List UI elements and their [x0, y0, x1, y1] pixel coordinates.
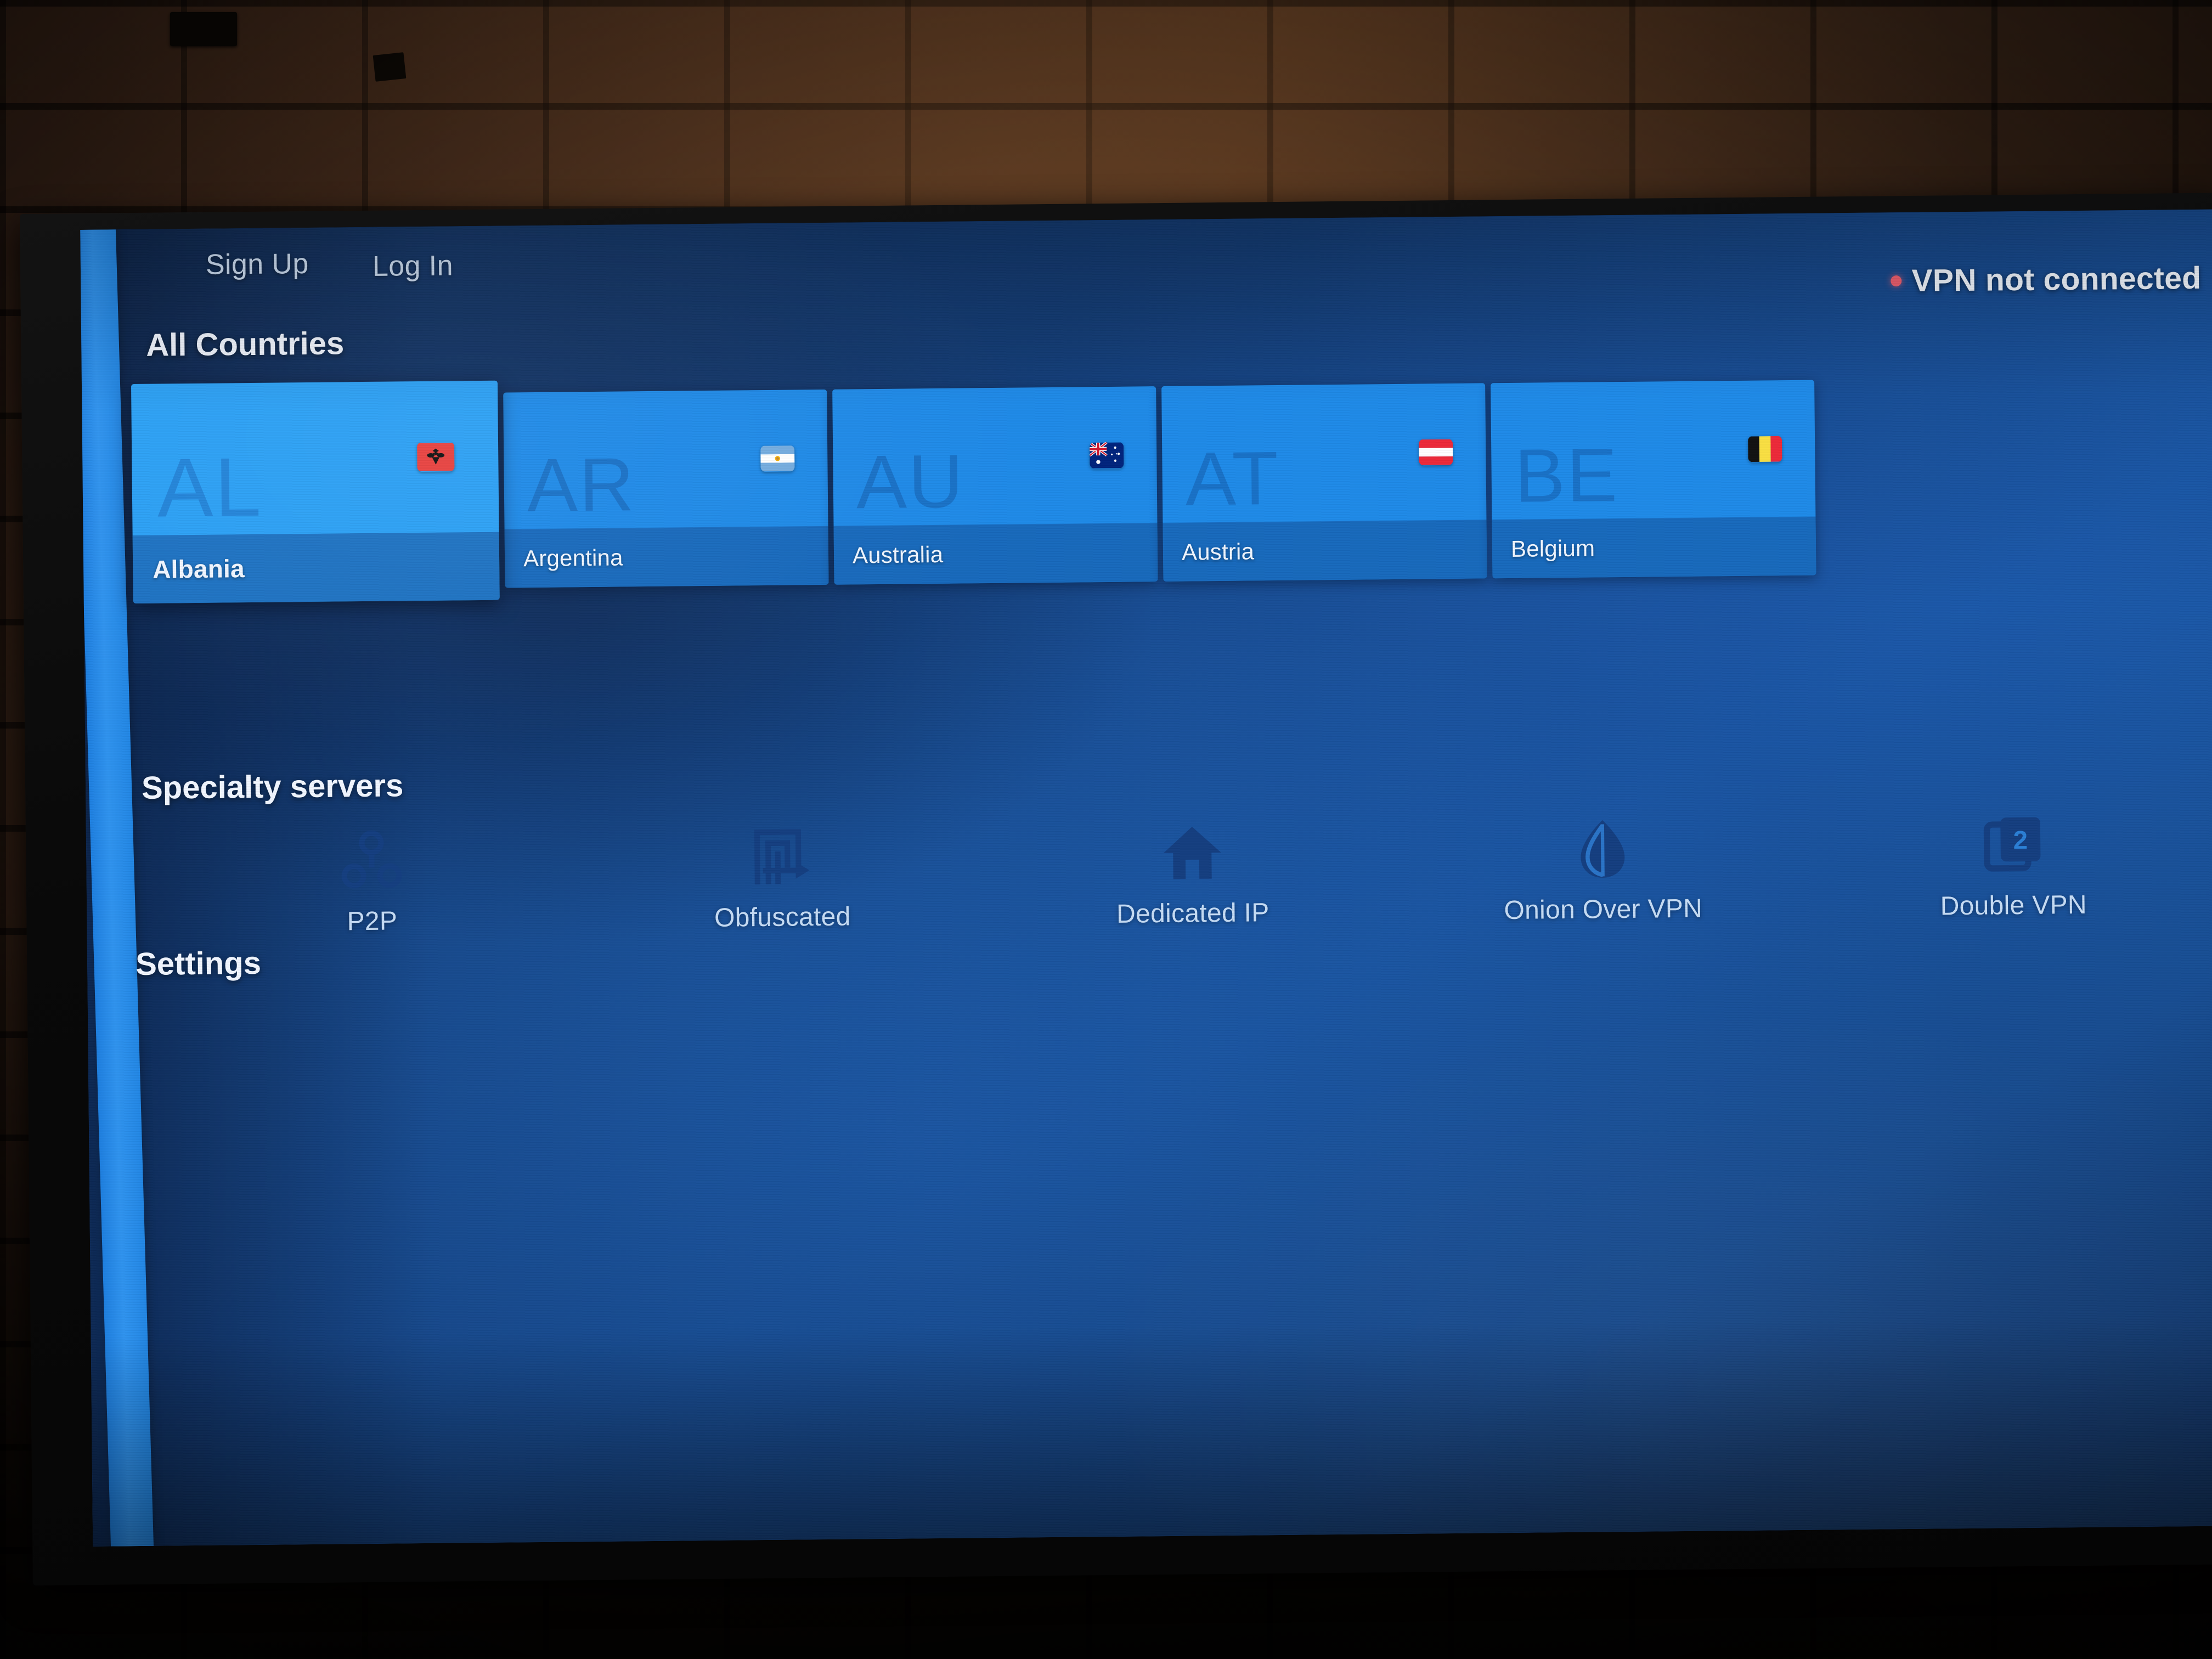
- country-card-argentina[interactable]: AR Argentina: [503, 389, 829, 588]
- photo-scene: Sign Up Log In VPN not connected All Cou…: [0, 0, 2212, 1659]
- specialty-server-obfuscated[interactable]: Obfuscated: [667, 820, 898, 934]
- specialty-server-p2p[interactable]: P2P: [256, 824, 488, 938]
- albania-flag: [417, 442, 455, 472]
- country-card-austria[interactable]: AT Austria: [1161, 383, 1487, 582]
- country-card-bottom: Belgium: [1492, 516, 1816, 579]
- country-card-albania[interactable]: AL Albania: [131, 380, 500, 604]
- specialty-server-label: Onion Over VPN: [1504, 894, 1703, 926]
- country-card-row: AL Albania AR Argentina AU Australia AT Austria…: [82, 364, 2212, 604]
- svg-text:2: 2: [2013, 826, 2028, 855]
- country-card-top: AU: [832, 386, 1157, 526]
- nav-sign-up[interactable]: Sign Up: [206, 247, 309, 281]
- belgium-flag: [1748, 436, 1782, 462]
- argentina-flag: [760, 445, 795, 472]
- australia-flag: [1090, 442, 1124, 469]
- vpn-app-screen: Sign Up Log In VPN not connected All Cou…: [80, 209, 2212, 1547]
- nav-log-in[interactable]: Log In: [373, 249, 454, 283]
- country-name-label: Austria: [1181, 538, 1255, 565]
- settings-heading[interactable]: Settings: [136, 945, 261, 983]
- country-code-label: AL: [156, 440, 263, 535]
- specialty-server-onion-over-vpn[interactable]: Onion Over VPN: [1487, 812, 1719, 926]
- country-code-label: AR: [527, 442, 636, 528]
- television: Sign Up Log In VPN not connected All Cou…: [20, 193, 2212, 1585]
- country-card-belgium[interactable]: BE Belgium: [1491, 380, 1816, 579]
- country-code-label: BE: [1514, 433, 1620, 519]
- austria-flag: [1419, 439, 1453, 466]
- country-name-label: Belgium: [1510, 535, 1595, 562]
- country-card-top: AL: [131, 381, 499, 535]
- country-name-label: Australia: [852, 541, 944, 568]
- country-card-top: AT: [1161, 383, 1486, 523]
- country-card-top: AR: [503, 390, 828, 529]
- wall-cable-clip: [373, 52, 407, 82]
- double-square-two-icon: 2: [1898, 808, 2129, 882]
- vpn-status-label: VPN not connected: [1911, 260, 2202, 298]
- country-code-label: AT: [1185, 436, 1280, 522]
- specialty-server-label: Dedicated IP: [1116, 898, 1269, 929]
- country-card-australia[interactable]: AU Australia: [832, 386, 1158, 585]
- country-card-top: BE: [1491, 380, 1815, 520]
- specialty-server-double-vpn[interactable]: 2 Double VPN: [1898, 808, 2129, 922]
- specialty-server-label: P2P: [347, 906, 398, 936]
- country-code-label: AU: [856, 439, 966, 525]
- specialty-server-label: Obfuscated: [714, 902, 851, 933]
- tv-screen: Sign Up Log In VPN not connected All Cou…: [80, 209, 2212, 1547]
- country-name-label: Albania: [152, 554, 245, 584]
- country-card-bottom: Australia: [833, 523, 1158, 585]
- maze-arrow-icon: [667, 820, 898, 894]
- specialty-servers-row: P2P Obfuscated Dedicated IP Onion Over VPN 2…: [86, 807, 2212, 992]
- house-icon: [1077, 816, 1308, 890]
- country-card-bottom: Argentina: [504, 526, 829, 588]
- specialty-server-dedicated-ip[interactable]: Dedicated IP: [1077, 816, 1308, 930]
- country-name-label: Argentina: [523, 544, 623, 571]
- status-indicator-dot: [1891, 275, 1902, 287]
- specialty-server-label: Double VPN: [1940, 890, 2087, 921]
- specialty-servers-heading: Specialty servers: [141, 768, 404, 806]
- country-card-bottom: Albania: [132, 532, 500, 604]
- onion-icon: [1487, 812, 1718, 885]
- wall-mount-bracket: [170, 12, 237, 46]
- country-card-bottom: Austria: [1163, 520, 1487, 582]
- p2p-nodes-icon: [256, 824, 487, 898]
- vpn-status-badge: VPN not connected: [1891, 260, 2202, 299]
